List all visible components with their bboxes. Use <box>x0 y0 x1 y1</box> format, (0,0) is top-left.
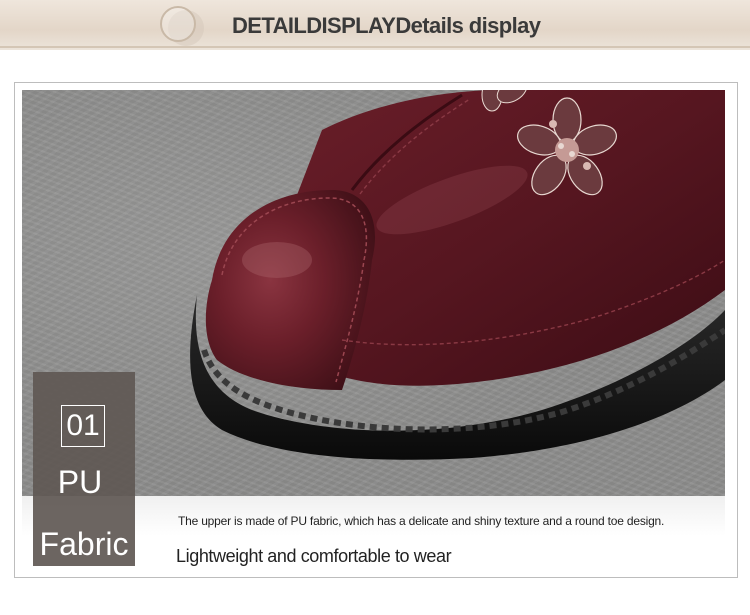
feature-label-line1: PU <box>57 464 103 500</box>
header-divider <box>0 46 750 48</box>
feature-label-line2: Fabric <box>39 526 129 562</box>
toe-highlight <box>242 242 312 278</box>
header-banner: DETAILDISPLAYDetails display <box>0 0 750 50</box>
description-text: The upper is made of PU fabric, which ha… <box>178 514 665 528</box>
section-title: DETAILDISPLAYDetails display <box>232 13 541 38</box>
tagline-text: Lightweight and comfortable to wear <box>176 546 452 566</box>
feature-number: 01 <box>61 405 105 447</box>
feature-badge: 01 PU Fabric <box>33 372 135 566</box>
decorative-circle-icon <box>160 6 196 42</box>
shoe-toe-cap <box>205 190 376 390</box>
